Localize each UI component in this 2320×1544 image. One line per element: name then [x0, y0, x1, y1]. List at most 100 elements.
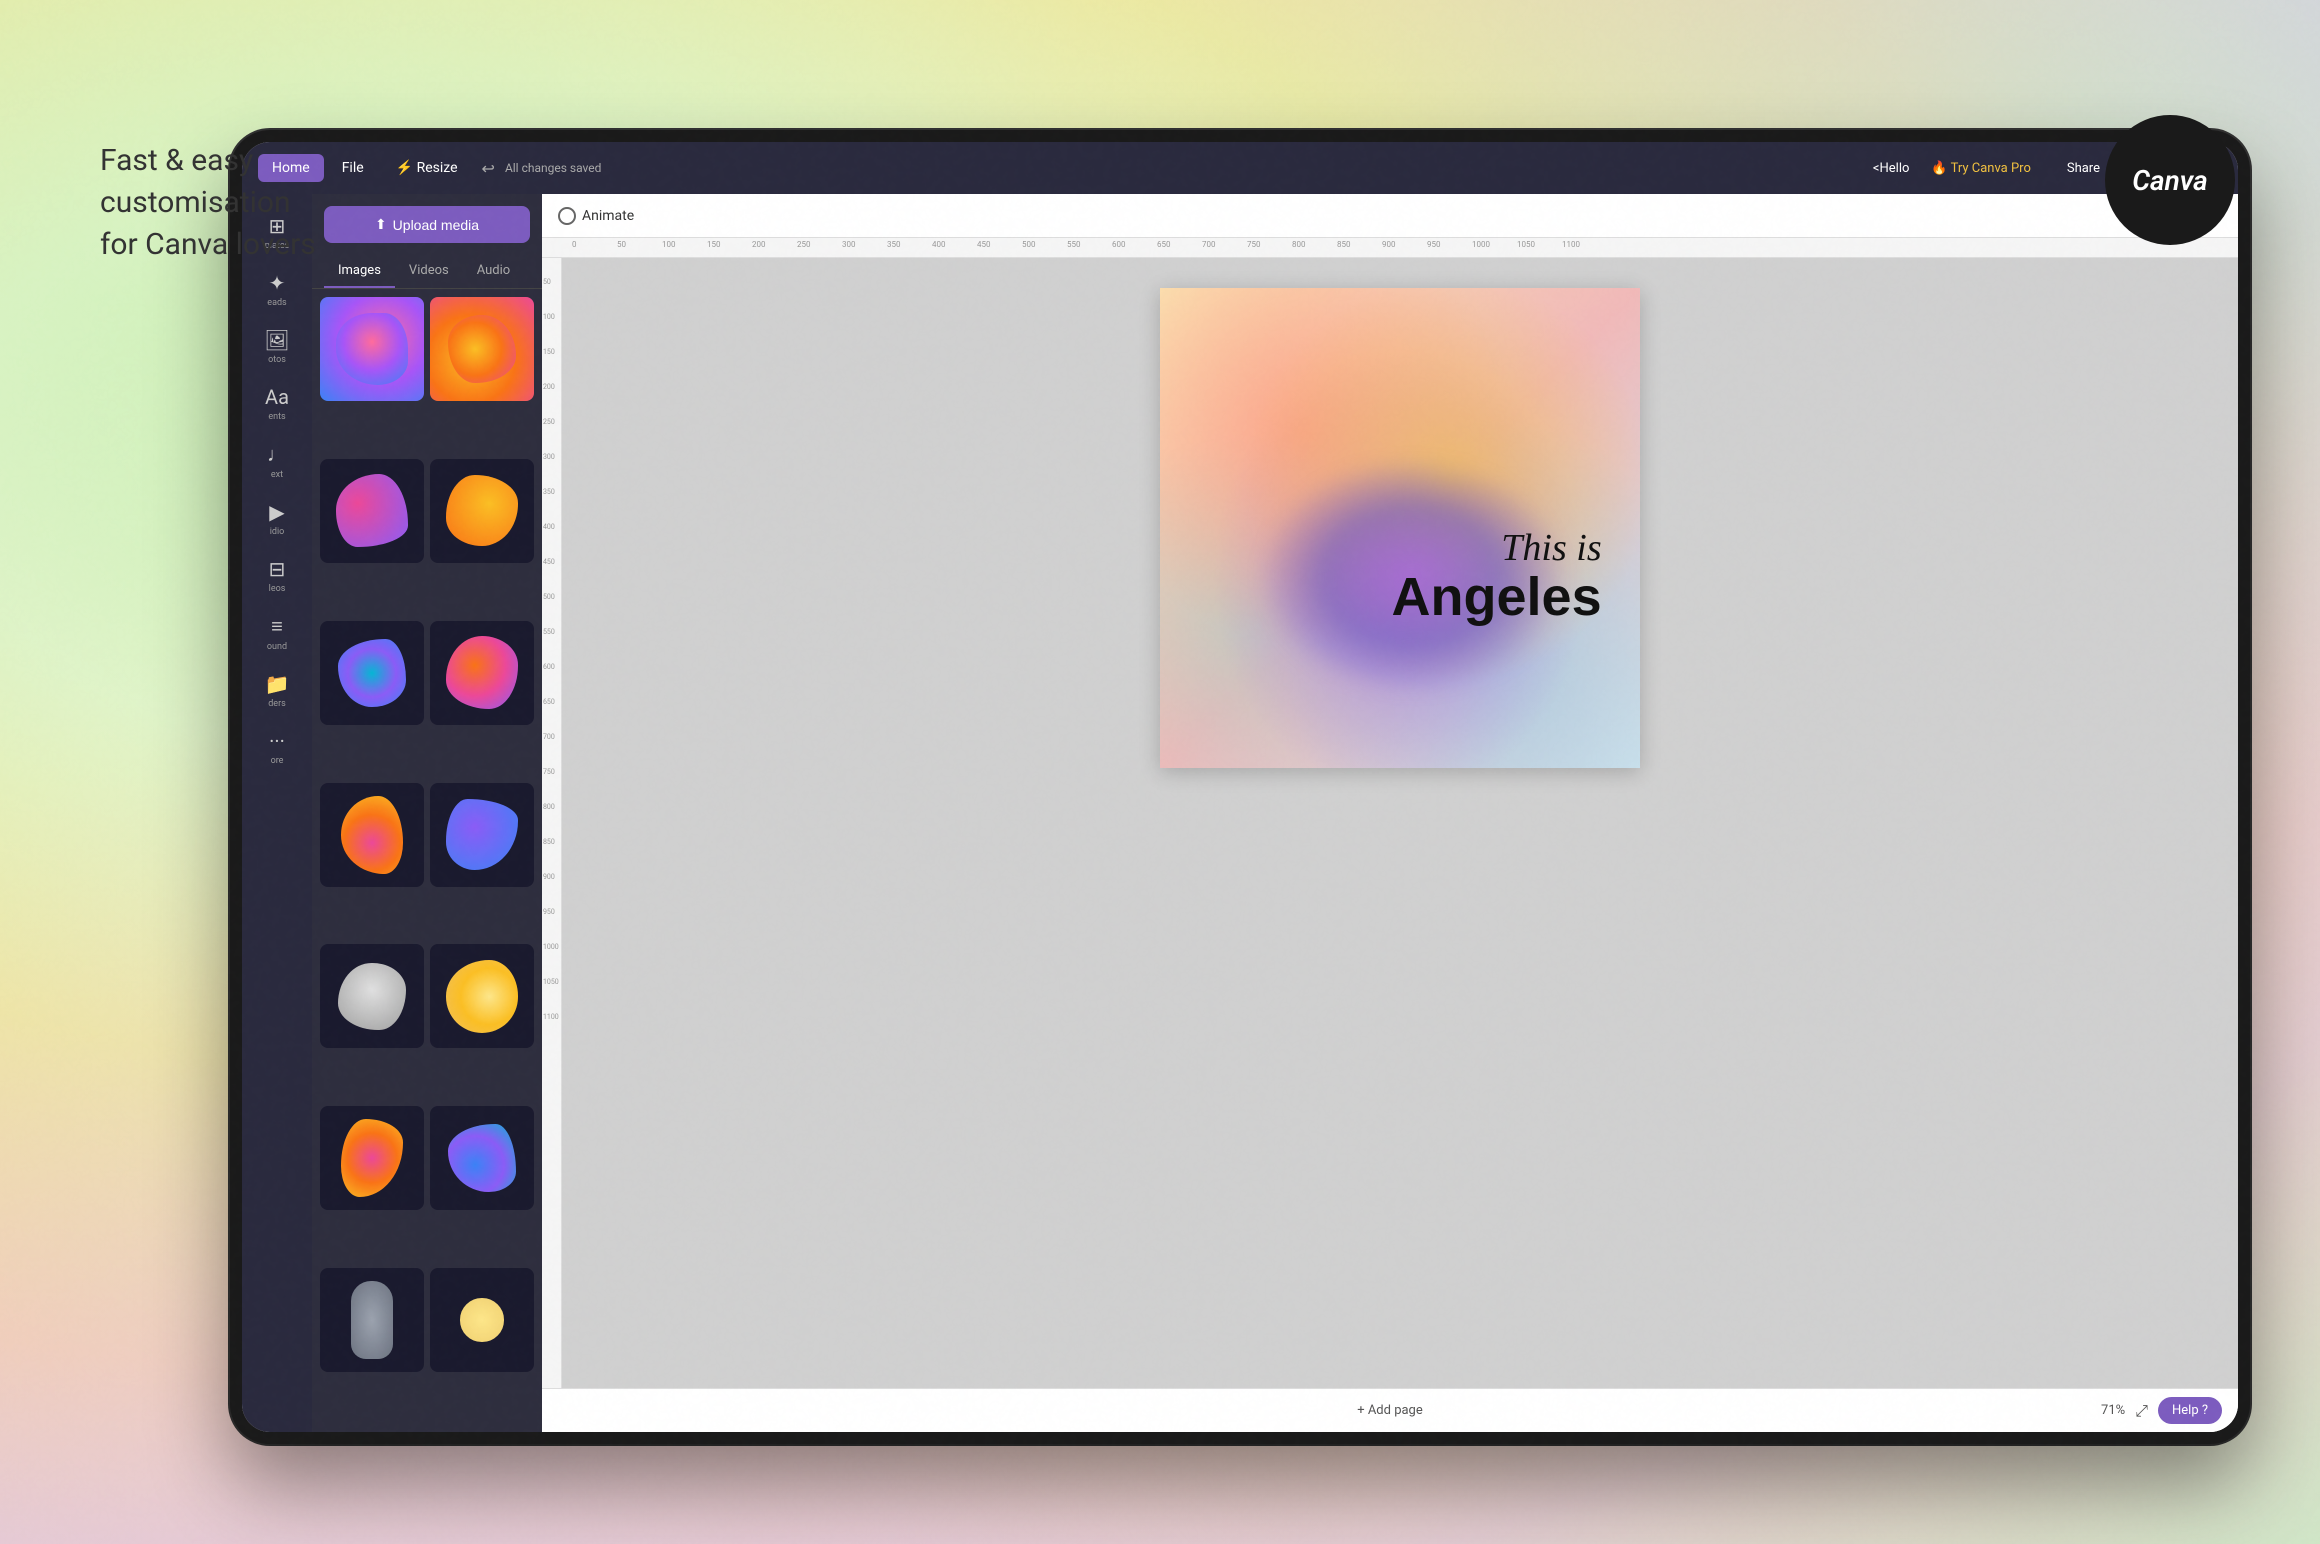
video-label: idio — [270, 527, 285, 537]
canvas-workspace: 50 100 150 200 250 300 350 400 450 500 5… — [542, 258, 2238, 1388]
blob-11 — [320, 1106, 424, 1210]
canvas-text-area: This is Angeles — [1392, 528, 1602, 624]
elements-icon: ✦ — [269, 271, 286, 295]
ruler-50: 50 — [617, 240, 662, 249]
sidebar-item-text[interactable]: Aa ents — [246, 377, 308, 430]
ruler-100: 100 — [662, 240, 707, 249]
blob-12 — [430, 1106, 534, 1210]
sidebar-item-layers[interactable]: ⊟ leos — [246, 549, 308, 602]
media-item-1[interactable] — [320, 297, 424, 401]
tab-videos[interactable]: Videos — [395, 255, 463, 288]
media-item-7[interactable] — [320, 783, 424, 887]
blob-10 — [430, 944, 534, 1048]
tablet-device: Home File ⚡ Resize ↩ All changes saved <… — [230, 130, 2250, 1444]
media-item-2[interactable] — [430, 297, 534, 401]
media-item-13[interactable] — [320, 1268, 424, 1372]
blob-3 — [320, 459, 424, 563]
blob-2 — [430, 297, 534, 401]
media-item-8[interactable] — [430, 783, 534, 887]
blob-7 — [320, 783, 424, 887]
folders-label: ders — [268, 699, 286, 709]
design-canvas[interactable]: This is Angeles — [1160, 288, 1640, 768]
tablet-screen: Home File ⚡ Resize ↩ All changes saved <… — [242, 142, 2238, 1432]
more-icon: ··· — [269, 729, 285, 753]
help-button[interactable]: Help ? — [2158, 1397, 2222, 1424]
zoom-level: 71% — [2101, 1403, 2125, 1418]
sidebar-item-audio[interactable]: ♩ ext — [246, 434, 308, 488]
media-item-12[interactable] — [430, 1106, 534, 1210]
media-tabs: Images Videos Audio — [312, 255, 542, 289]
upload-media-button[interactable]: ⬆ Upload media — [324, 206, 530, 243]
add-page-button[interactable]: + Add page — [1357, 1403, 1423, 1418]
canvas-toolbar: Animate ⬜ ⧉ ⤴ — [542, 194, 2238, 238]
nav-hello: <Hello — [1873, 161, 1910, 176]
animate-button[interactable]: Animate — [558, 207, 634, 225]
ruler-500: 500 — [1022, 240, 1067, 249]
ruler-450: 450 — [977, 240, 1022, 249]
nav-resize[interactable]: ⚡ Resize — [382, 154, 472, 182]
canvas-title-script: This is — [1392, 528, 1602, 570]
ruler-300: 300 — [842, 240, 887, 249]
ruler-600: 600 — [1112, 240, 1157, 249]
nav-undo-icon[interactable]: ↩ — [476, 159, 501, 178]
sidebar-item-sound[interactable]: ≡ ound — [246, 606, 308, 660]
media-item-6[interactable] — [430, 621, 534, 725]
upload-media-label: Upload media — [393, 217, 479, 233]
ruler-650: 650 — [1157, 240, 1202, 249]
text-icon: Aa — [265, 385, 289, 409]
upload-icon: ⬆ — [375, 216, 387, 233]
sidebar-item-elements[interactable]: ✦ eads — [246, 263, 308, 316]
media-item-11[interactable] — [320, 1106, 424, 1210]
ruler-350: 350 — [887, 240, 932, 249]
ruler-numbers: 0 50 100 150 200 250 300 350 400 450 500… — [572, 240, 1607, 249]
sound-label: ound — [267, 642, 287, 652]
blob-9 — [320, 944, 424, 1048]
audio-icon: ♩ — [267, 442, 287, 467]
top-nav: Home File ⚡ Resize ↩ All changes saved <… — [242, 142, 2238, 194]
sidebar-icons: ⊞ plates ✦ eads 🖼 otos Aa ents ♩ ext — [242, 194, 312, 1432]
ruler-950: 950 — [1427, 240, 1472, 249]
text-label: ents — [268, 412, 285, 422]
media-item-5[interactable] — [320, 621, 424, 725]
expand-icon[interactable]: ⤢ — [2135, 1401, 2148, 1421]
animate-icon — [558, 207, 576, 225]
ruler-900: 900 — [1382, 240, 1427, 249]
animate-label: Animate — [582, 208, 634, 224]
canvas-scroll-area[interactable]: This is Angeles — [562, 258, 2238, 1388]
canvas-bottom-bar: + Add page 71% ⤢ Help ? — [542, 1388, 2238, 1432]
tab-images[interactable]: Images — [324, 255, 395, 288]
blob-8 — [430, 783, 534, 887]
media-item-14[interactable] — [430, 1268, 534, 1372]
media-panel: ⬆ Upload media Images Videos Audio — [312, 194, 542, 1432]
ruler-1000: 1000 — [1472, 240, 1517, 249]
media-grid — [312, 289, 542, 1432]
blob-5 — [320, 621, 424, 725]
ruler-750: 750 — [1247, 240, 1292, 249]
media-item-3[interactable] — [320, 459, 424, 563]
tagline-line3: for Canva lovers — [100, 224, 316, 266]
canva-logo-text: Canva — [2132, 164, 2208, 197]
ruler-1100: 1100 — [1562, 240, 1607, 249]
ruler-150: 150 — [707, 240, 752, 249]
nav-try-pro[interactable]: 🔥 Try Canva Pro — [1917, 155, 2044, 182]
tab-audio[interactable]: Audio — [463, 255, 524, 288]
elements-label: eads — [267, 298, 286, 308]
sidebar-item-photos[interactable]: 🖼 otos — [246, 320, 308, 373]
nav-file[interactable]: File — [328, 154, 378, 182]
ruler-200: 200 — [752, 240, 797, 249]
canva-logo-badge[interactable]: Canva — [2105, 115, 2235, 245]
sidebar-item-more[interactable]: ··· ore — [246, 721, 308, 774]
layers-label: leos — [269, 584, 286, 594]
blob-4 — [430, 459, 534, 563]
blob-13 — [320, 1268, 424, 1372]
horizontal-ruler: 0 50 100 150 200 250 300 350 400 450 500… — [542, 238, 2238, 258]
blob-1 — [320, 297, 424, 401]
media-item-9[interactable] — [320, 944, 424, 1048]
canvas-title-bold: Angeles — [1392, 570, 1602, 624]
sidebar-item-video[interactable]: ▶ idio — [246, 492, 308, 545]
sidebar-item-folders[interactable]: 📁 ders — [246, 664, 308, 717]
media-item-4[interactable] — [430, 459, 534, 563]
audio-label: ext — [271, 470, 283, 480]
media-item-10[interactable] — [430, 944, 534, 1048]
ruler-250: 250 — [797, 240, 842, 249]
